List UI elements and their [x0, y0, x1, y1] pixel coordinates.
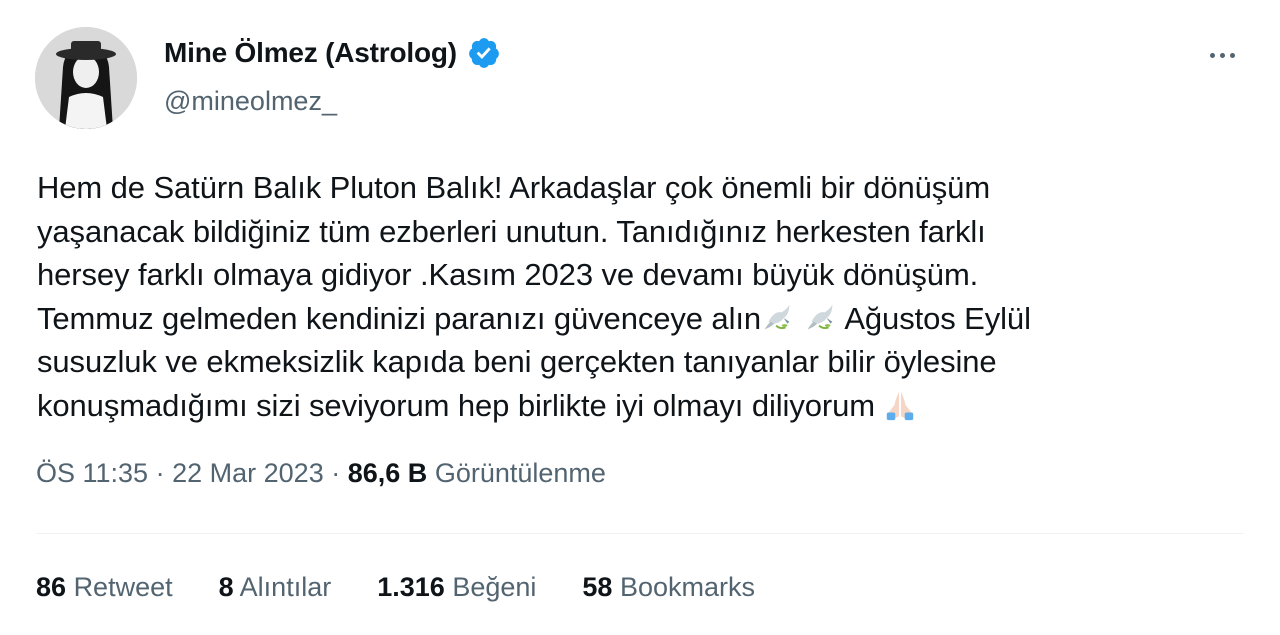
tweet-text-segment: konuşmadığımı sizi seviyorum hep birlikt… — [37, 387, 875, 423]
likes-count: 1.316 — [377, 572, 445, 602]
author-name-row: Mine Ölmez (Astrolog) — [164, 36, 501, 70]
tweet-text: Hem de Satürn Balık Pluton Balık! Arkada… — [37, 166, 1247, 428]
engagement-stats: 86 Retweet 8 Alıntılar 1.316 Beğeni 58 B… — [36, 572, 755, 603]
verified-badge-icon — [469, 38, 499, 68]
separator: · — [155, 458, 165, 488]
tweet-text-segment: Ağustos Eylül — [844, 300, 1031, 336]
tweet-time[interactable]: ÖS 11:35 — [36, 458, 148, 488]
tweet-text-line: susuzluk ve ekmeksizlik kapıda beni gerç… — [37, 344, 997, 380]
author-display-name[interactable]: Mine Ölmez (Astrolog) — [164, 37, 457, 69]
retweets-label: Retweet — [73, 572, 173, 602]
quotes-stat[interactable]: 8 Alıntılar — [219, 572, 332, 603]
bookmarks-label: Bookmarks — [619, 572, 755, 602]
avatar[interactable] — [35, 27, 137, 129]
quotes-label: Alıntılar — [239, 572, 332, 602]
divider — [36, 533, 1244, 534]
likes-label: Beğeni — [452, 572, 537, 602]
likes-stat[interactable]: 1.316 Beğeni — [377, 572, 536, 603]
tweet-meta: ÖS 11:35 · 22 Mar 2023 · 86,6 B Görüntül… — [36, 458, 606, 489]
profile-photo-icon — [35, 27, 137, 129]
tweet-text-line: Hem de Satürn Balık Pluton Balık! Arkada… — [37, 170, 991, 205]
tweet-text-line-with-emoji: konuşmadığımı sizi seviyorum hep birlikt… — [37, 384, 1247, 428]
quotes-count: 8 — [218, 572, 234, 602]
author-handle[interactable]: @mineolmez_ — [164, 86, 337, 117]
retweets-stat[interactable]: 86 Retweet — [36, 572, 173, 603]
tweet-text-line: yaşanacak bildiğiniz tüm ezberleri unutu… — [37, 213, 986, 249]
praying-hands-icon — [887, 391, 914, 421]
retweets-count: 86 — [36, 572, 67, 602]
views-label: Görüntülenme — [434, 458, 606, 488]
bookmarks-count: 58 — [582, 572, 613, 602]
bookmarks-stat[interactable]: 58 Bookmarks — [582, 572, 755, 603]
more-options-icon[interactable] — [1202, 40, 1242, 70]
separator: · — [331, 458, 341, 488]
tweet-text-segment: Temmuz gelmeden kendinizi paranızı güven… — [37, 300, 762, 336]
dove-icon — [807, 304, 832, 330]
tweet-text-line: hersey farklı olmaya gidiyor .Kasım 2023… — [37, 257, 979, 293]
dove-icon — [764, 304, 790, 330]
tweet-date[interactable]: 22 Mar 2023 — [172, 458, 324, 488]
tweet-card: Mine Ölmez (Astrolog) @mineolmez_ Hem de… — [0, 0, 1280, 635]
tweet-text-line-with-emoji: Temmuz gelmeden kendinizi paranızı güven… — [37, 297, 1247, 341]
views-count: 86,6 B — [347, 458, 428, 488]
